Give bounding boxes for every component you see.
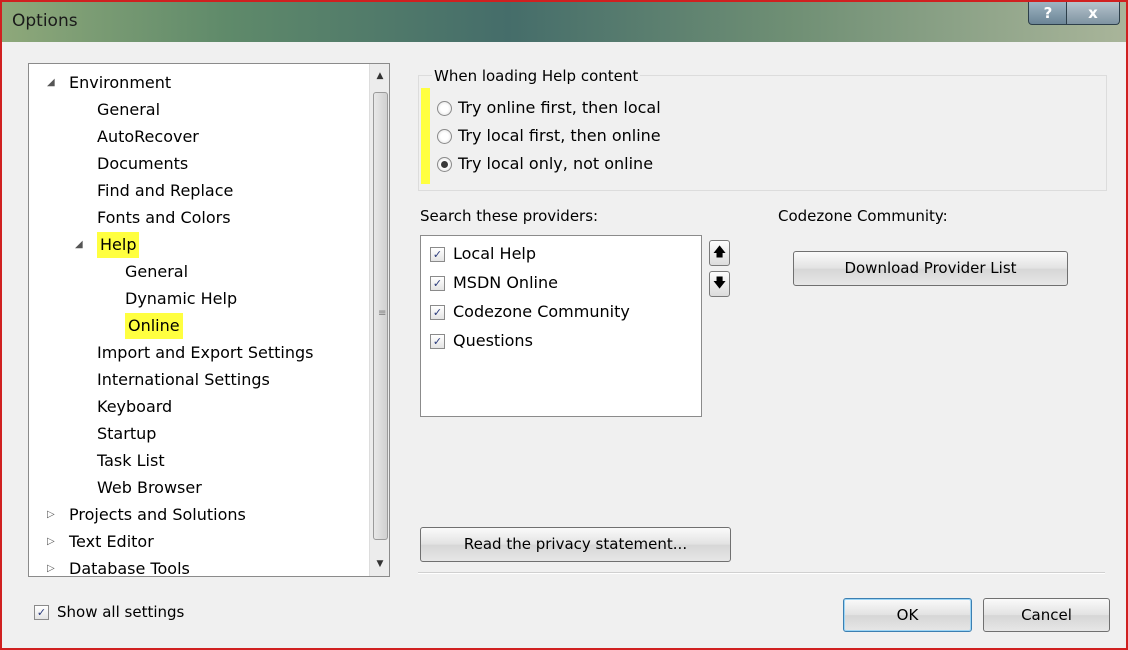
provider-item[interactable]: ✓ Local Help <box>430 241 536 267</box>
tree-item-label: Database Tools <box>69 559 190 577</box>
scroll-down-icon[interactable]: ▼ <box>370 554 389 574</box>
tree-item-label: Dynamic Help <box>125 289 238 308</box>
tree-item-label: International Settings <box>97 370 270 389</box>
provider-label: Codezone Community <box>453 302 630 321</box>
close-icon: x <box>1088 4 1098 22</box>
separator <box>418 572 1105 574</box>
help-button[interactable]: ? <box>1028 2 1068 25</box>
options-dialog: Options ? x ◢ Environment General AutoRecov… <box>0 0 1128 650</box>
tree-item-label: AutoRecover <box>97 127 199 146</box>
ok-button[interactable]: OK <box>843 598 972 632</box>
codezone-label: Codezone Community: <box>778 207 948 225</box>
checkbox-icon: ✓ <box>430 246 445 262</box>
checkbox-icon: ✓ <box>430 304 445 320</box>
tree-item-label: Projects and Solutions <box>69 505 246 524</box>
window-title: Options <box>12 11 78 31</box>
tree-item-label: Documents <box>97 154 189 173</box>
tree-item-label: Help <box>97 232 140 258</box>
help-option-label: Try local first, then online <box>458 126 661 145</box>
scroll-thumb[interactable]: ≡ <box>373 92 388 540</box>
tree-item-label: Text Editor <box>69 532 154 551</box>
tree-item-label: Online <box>125 313 183 339</box>
tree-item-label: Environment <box>69 73 172 92</box>
question-icon: ? <box>1043 4 1053 22</box>
tree-item-label: Find and Replace <box>97 181 234 200</box>
providers-list[interactable]: ✓ Local Help ✓ MSDN Online ✓ Codezone Communi… <box>420 235 702 417</box>
tree-item-label: Keyboard <box>97 397 173 416</box>
help-content-legend: When loading Help content <box>432 67 641 85</box>
help-option-radio[interactable]: Try local only, not online <box>437 152 653 176</box>
title-bar[interactable]: Options ? x <box>2 2 1126 42</box>
tree-item-label: Import and Export Settings <box>97 343 314 362</box>
radio-unchecked-icon <box>437 128 452 144</box>
close-button[interactable]: x <box>1066 2 1120 25</box>
provider-item[interactable]: ✓ Codezone Community <box>430 299 630 325</box>
tree-item-label: Task List <box>97 451 165 470</box>
collapse-icon[interactable]: ◢ <box>47 70 55 96</box>
radio-checked-icon <box>437 156 452 172</box>
help-option-label: Try local only, not online <box>458 154 654 173</box>
help-option-label: Try online first, then local <box>458 98 661 117</box>
expand-icon[interactable]: ▷ <box>47 556 55 576</box>
settings-tree[interactable]: ◢ Environment General AutoRecover Documents F… <box>28 63 390 577</box>
scroll-up-icon[interactable]: ▲ <box>370 66 389 86</box>
tree-item-label: Fonts and Colors <box>97 208 231 227</box>
help-option-radio[interactable]: Try online first, then local <box>437 96 661 120</box>
provider-item[interactable]: ✓ MSDN Online <box>430 270 558 296</box>
show-all-settings-label: Show all settings <box>57 603 185 621</box>
tree-item-label: General <box>125 262 189 281</box>
show-all-settings-checkbox[interactable]: ✓ Show all settings <box>34 600 184 624</box>
move-down-button[interactable]: 🡇 <box>709 271 730 297</box>
cancel-button[interactable]: Cancel <box>983 598 1110 632</box>
grip-icon: ≡ <box>378 308 387 319</box>
privacy-statement-button[interactable]: Read the privacy statement... <box>420 527 731 562</box>
tree-item-label: General <box>97 100 161 119</box>
expand-icon[interactable]: ▷ <box>47 502 55 528</box>
tree-item-label: Web Browser <box>97 478 202 497</box>
move-up-button[interactable]: 🡅 <box>709 240 730 266</box>
highlight-mark <box>421 88 430 184</box>
provider-item[interactable]: ✓ Questions <box>430 328 533 354</box>
download-provider-list-button[interactable]: Download Provider List <box>793 251 1068 286</box>
tree-scrollbar[interactable]: ▲ ≡ ▼ <box>369 64 389 576</box>
provider-label: Local Help <box>453 244 537 263</box>
checkbox-icon: ✓ <box>430 275 445 291</box>
arrow-up-icon: 🡅 <box>712 245 727 260</box>
tree-item-label: Startup <box>97 424 157 443</box>
providers-label: Search these providers: <box>420 207 599 225</box>
arrow-down-icon: 🡇 <box>712 276 727 291</box>
collapse-icon[interactable]: ◢ <box>75 232 83 258</box>
help-option-radio[interactable]: Try local first, then online <box>437 124 661 148</box>
expand-icon[interactable]: ▷ <box>47 529 55 555</box>
radio-unchecked-icon <box>437 100 452 116</box>
checkbox-icon: ✓ <box>430 333 445 349</box>
provider-label: MSDN Online <box>453 273 558 292</box>
checkbox-icon: ✓ <box>34 604 49 620</box>
provider-label: Questions <box>453 331 533 350</box>
